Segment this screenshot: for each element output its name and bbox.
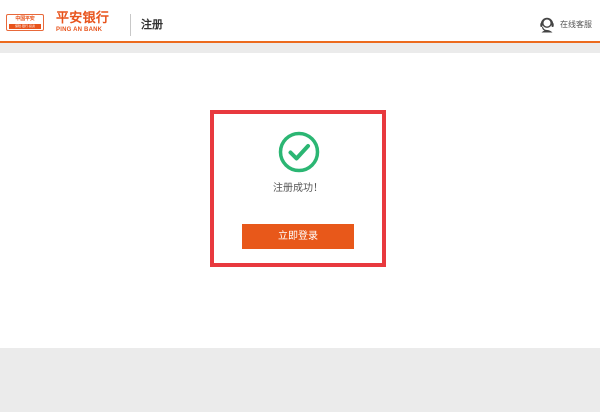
brand-name-en: PING AN BANK [56, 27, 103, 33]
headset-icon [540, 17, 554, 33]
page-title: 注册 [141, 18, 163, 31]
online-support-link[interactable]: 在线客服 [538, 14, 592, 34]
ping-an-badge-logo: 中国平安 保险·银行·投资 [6, 14, 44, 31]
login-now-button[interactable]: 立即登录 [242, 224, 354, 249]
header-divider [130, 14, 131, 36]
success-message: 注册成功！ [273, 183, 323, 194]
brand-name-cn: 平安银行 [56, 11, 110, 26]
main-content: 注册成功！ 立即登录 [0, 53, 600, 348]
page-header: 中国平安 保险·银行·投资 平安银行 PING AN BANK 注册 在线客服 [0, 0, 600, 43]
check-circle-icon [278, 131, 320, 173]
registration-success-panel: 注册成功！ 立即登录 [210, 110, 386, 267]
logo-badge-subtext: 保险·银行·投资 [9, 24, 41, 29]
logo-badge-text: 中国平安 [15, 16, 35, 22]
online-support-label: 在线客服 [560, 19, 592, 29]
brand-name: 平安银行 PING AN BANK [56, 12, 126, 34]
